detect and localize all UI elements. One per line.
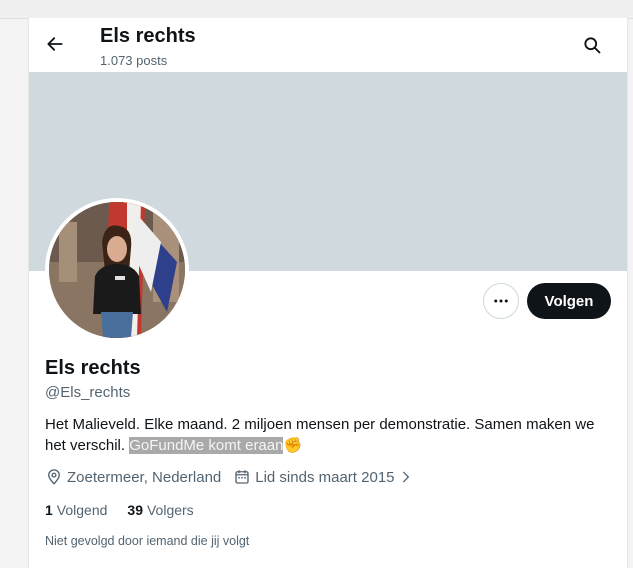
- bio-highlight: GoFundMe komt eraan: [129, 437, 284, 454]
- more-options-button[interactable]: [483, 283, 519, 319]
- followers-label: Volgers: [146, 502, 194, 518]
- fist-emoji: ✊: [283, 437, 303, 454]
- bio-text: Het Malieveld. Elke maand. 2 miljoen men…: [45, 416, 595, 454]
- profile-name: Els rechts: [45, 357, 141, 379]
- joined-text: Lid sinds maart 2015: [255, 468, 395, 486]
- followers-link[interactable]: 39 Volgers: [127, 502, 193, 518]
- arrow-left-icon: [47, 37, 63, 51]
- profile-panel: Els rechts 1.073 posts Volgen Els rechts…: [28, 18, 628, 568]
- following-count: 1: [45, 502, 53, 518]
- followers-count: 39: [127, 502, 143, 518]
- following-link[interactable]: 1 Volgend: [45, 502, 107, 518]
- browser-top-strip: [0, 0, 633, 19]
- profile-header: Els rechts 1.073 posts: [29, 18, 627, 72]
- calendar-icon: [235, 470, 249, 484]
- follow-counts: 1 Volgend 39 Volgers: [45, 502, 214, 518]
- joined-item[interactable]: Lid sinds maart 2015: [233, 468, 416, 486]
- avatar[interactable]: [45, 198, 189, 342]
- profile-meta: Zoetermeer, Nederland Lid sinds maart 20…: [45, 468, 429, 486]
- follow-button[interactable]: Volgen: [527, 283, 611, 319]
- location-text: Zoetermeer, Nederland: [67, 468, 222, 486]
- header-title: Els rechts: [100, 25, 196, 47]
- location-pin-icon: [48, 469, 60, 485]
- location-item: Zoetermeer, Nederland: [45, 468, 221, 486]
- chevron-right-icon: [402, 471, 409, 483]
- search-button[interactable]: [579, 32, 605, 58]
- following-label: Volgend: [56, 502, 108, 518]
- profile-handle: @Els_rechts: [45, 384, 131, 401]
- header-post-count: 1.073 posts: [100, 53, 168, 68]
- more-horizontal-icon: [494, 299, 508, 303]
- back-button[interactable]: [41, 30, 69, 58]
- not-followed-note: Niet gevolgd door iemand die jij volgt: [45, 534, 250, 548]
- profile-bio: Het Malieveld. Elke maand. 2 miljoen men…: [45, 414, 615, 456]
- search-icon: [584, 37, 601, 54]
- avatar-photo: [49, 202, 185, 338]
